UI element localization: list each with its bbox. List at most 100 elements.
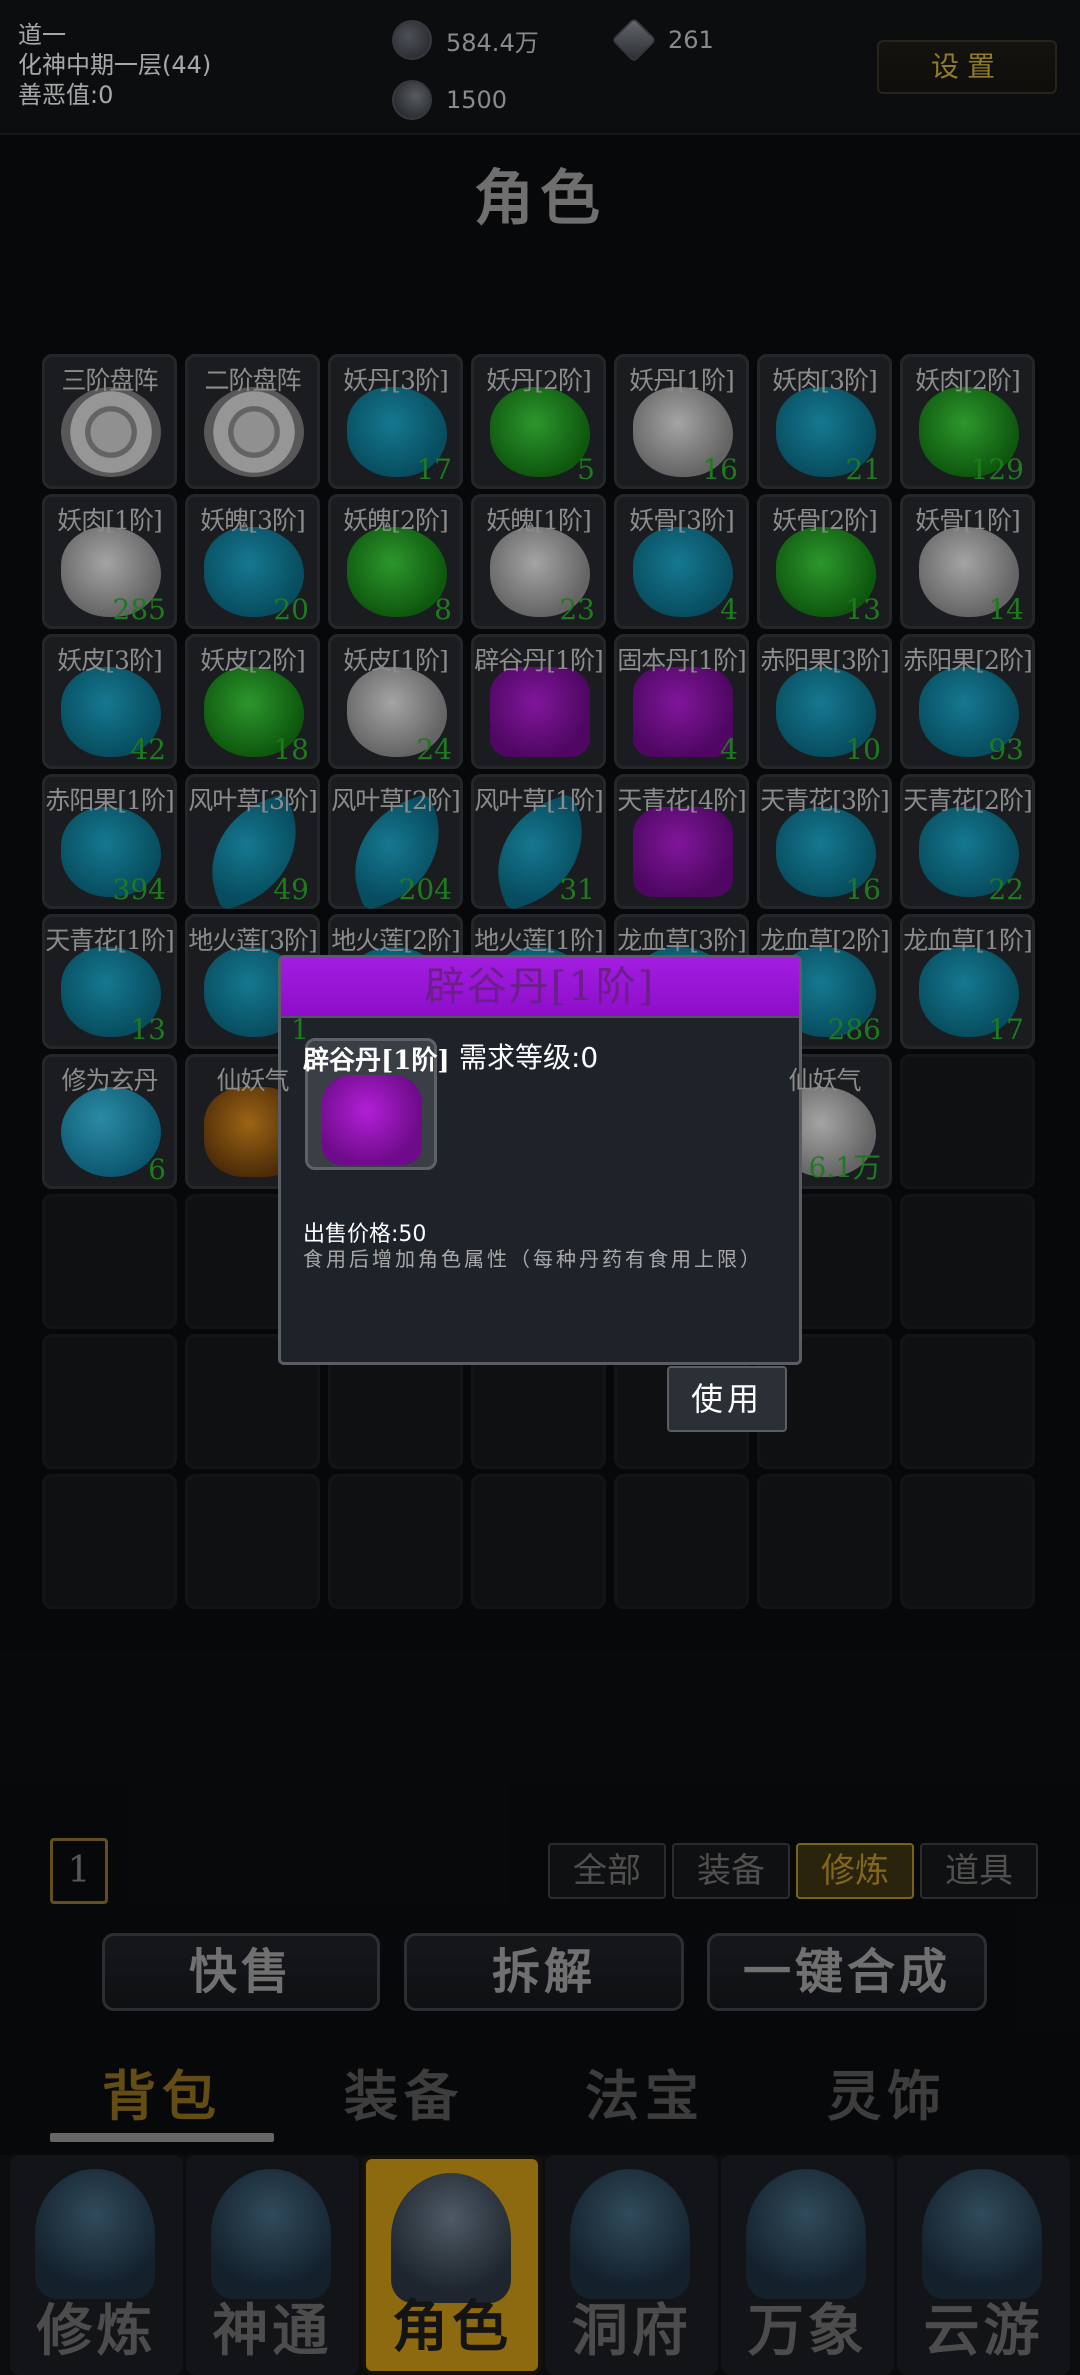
inventory-slot[interactable]: 辟谷丹[1阶]	[471, 634, 606, 769]
item-name: 天青花[3阶]	[760, 786, 889, 815]
item-name: 赤阳果[1阶]	[45, 786, 174, 815]
inventory-slot[interactable]: 固本丹[1阶] 4	[614, 634, 749, 769]
inventory-slot[interactable]: 妖骨[2阶] 13	[757, 494, 892, 629]
nav-label: 云游	[923, 2298, 1044, 2364]
inventory-slot[interactable]: 妖骨[3阶] 4	[614, 494, 749, 629]
inventory-slot[interactable]	[900, 1194, 1035, 1329]
item-count: 6	[148, 1153, 166, 1186]
nav-character[interactable]: 角色	[361, 2155, 543, 2375]
inventory-slot[interactable]	[900, 1474, 1035, 1609]
tab-ornament[interactable]: 灵饰	[767, 2052, 1007, 2131]
tab-treasure[interactable]: 法宝	[525, 2052, 765, 2131]
item-name: 天青花[1阶]	[45, 926, 174, 955]
inventory-slot[interactable]	[42, 1334, 177, 1469]
filter-all[interactable]: 全部	[548, 1843, 666, 1899]
nav-cultivation[interactable]: 修炼	[10, 2155, 183, 2375]
item-count: 286	[827, 1013, 881, 1046]
item-count: 17	[416, 453, 452, 486]
item-name: 赤阳果[3阶]	[760, 646, 889, 675]
inventory-slot[interactable]	[471, 1474, 606, 1609]
disassemble-button[interactable]: 拆解	[404, 1933, 684, 2011]
inventory-slot[interactable]	[614, 1474, 749, 1609]
inventory-slot[interactable]: 妖骨[1阶] 14	[900, 494, 1035, 629]
tab-bag[interactable]: 背包	[42, 2052, 282, 2131]
item-name: 龙血草[3阶]	[617, 926, 746, 955]
inventory-slot[interactable]	[185, 1474, 320, 1609]
inventory-slot[interactable]	[900, 1334, 1035, 1469]
filter-items[interactable]: 道具	[920, 1843, 1038, 1899]
inventory-slot[interactable]: 妖肉[1阶] 285	[42, 494, 177, 629]
item-count: 18	[273, 733, 309, 766]
inventory-slot[interactable]: 风叶草[1阶] 31	[471, 774, 606, 912]
inventory-slot[interactable]: 赤阳果[1阶] 394	[42, 774, 177, 909]
item-name: 妖肉[2阶]	[915, 366, 1020, 395]
filter-equipment[interactable]: 装备	[672, 1843, 790, 1899]
inventory-slot[interactable]: 妖皮[3阶] 42	[42, 634, 177, 769]
inventory-slot[interactable]: 风叶草[3阶] 49	[185, 774, 320, 912]
one-click-craft-button[interactable]: 一键合成	[707, 1933, 987, 2011]
tab-equipment[interactable]: 装备	[284, 2052, 524, 2131]
inventory-slot[interactable]: 天青花[1阶] 13	[42, 914, 177, 1049]
item-count: 16	[845, 873, 881, 906]
inventory-slot[interactable]	[42, 1474, 177, 1609]
item-name: 修为玄丹	[61, 1066, 158, 1095]
page-title: 角色	[474, 164, 606, 234]
use-button[interactable]: 使用	[667, 1366, 787, 1432]
item-name: 妖丹[2阶]	[486, 366, 591, 395]
inventory-slot[interactable]: 赤阳果[3阶] 10	[757, 634, 892, 769]
inventory-slot[interactable]: 妖魄[2阶] 8	[328, 494, 463, 629]
inventory-slot[interactable]: 妖魄[1阶] 23	[471, 494, 606, 629]
inventory-slot[interactable]: 妖肉[3阶] 21	[757, 354, 892, 489]
settings-button[interactable]: 设置	[877, 40, 1057, 94]
item-art-icon	[204, 387, 304, 477]
inventory-slot[interactable]	[42, 1194, 177, 1329]
item-name: 二阶盘阵	[204, 366, 301, 395]
inventory-slot[interactable]: 风叶草[2阶] 204	[328, 774, 463, 912]
coin-icon	[392, 20, 432, 60]
filter-cultivation[interactable]: 修炼	[796, 1843, 914, 1899]
crystal-icon	[611, 17, 657, 63]
item-name: 仙妖气	[788, 1066, 861, 1095]
item-name: 妖皮[3阶]	[57, 646, 162, 675]
inventory-slot[interactable]: 妖丹[1阶] 16	[614, 354, 749, 489]
page-number[interactable]: 1	[50, 1838, 108, 1904]
inventory-slot[interactable]: 妖肉[2阶] 129	[900, 354, 1035, 489]
item-name: 妖魄[3阶]	[200, 506, 305, 535]
nav-cave[interactable]: 洞府	[545, 2155, 719, 2375]
inventory-slot[interactable]: 妖皮[1阶] 24	[328, 634, 463, 769]
item-name: 赤阳果[2阶]	[903, 646, 1032, 675]
item-name: 三阶盘阵	[61, 366, 158, 395]
inventory-slot[interactable]: 妖丹[2阶] 5	[471, 354, 606, 489]
player-name: 道一	[18, 21, 66, 49]
inventory-slot[interactable]: 妖丹[3阶] 17	[328, 354, 463, 489]
active-tab-underline	[50, 2133, 274, 2142]
inventory-slot[interactable]: 三阶盘阵	[42, 354, 177, 489]
inventory-slot[interactable]: 修为玄丹 6	[42, 1054, 177, 1189]
popup-description: 食用后增加角色属性（每种丹药有食用上限）	[303, 1247, 763, 1271]
popup-requirement: 需求等级:0	[459, 1041, 599, 1074]
nav-travel[interactable]: 云游	[897, 2155, 1070, 2375]
inventory-slot[interactable]: 妖皮[2阶] 18	[185, 634, 320, 769]
top-status-bar: 道一 化神中期一层(44) 善恶值:0 584.4万 261 1500 设置	[0, 0, 1080, 135]
quick-sell-button[interactable]: 快售	[102, 1933, 380, 2011]
item-name: 妖魄[2阶]	[343, 506, 448, 535]
inventory-slot[interactable]: 妖魄[3阶] 20	[185, 494, 320, 629]
nav-myriad[interactable]: 万象	[721, 2155, 895, 2375]
player-info: 道一 化神中期一层(44) 善恶值:0	[18, 20, 211, 110]
inventory-slot[interactable]: 赤阳果[2阶] 93	[900, 634, 1035, 769]
inventory-slot[interactable]: 二阶盘阵	[185, 354, 320, 489]
nav-abilities[interactable]: 神通	[185, 2155, 359, 2375]
item-name: 天青花[2阶]	[903, 786, 1032, 815]
inventory-slot[interactable]: 天青花[4阶]	[614, 774, 749, 909]
inventory-slot[interactable]: 龙血草[1阶] 17	[900, 914, 1035, 1049]
item-name: 天青花[4阶]	[617, 786, 746, 815]
item-name: 妖骨[2阶]	[772, 506, 877, 535]
inventory-slot[interactable]	[757, 1474, 892, 1609]
inventory-slot[interactable]: 天青花[3阶] 16	[757, 774, 892, 909]
item-name: 风叶草[1阶]	[474, 786, 603, 815]
item-name: 地火莲[1阶]	[474, 926, 603, 955]
item-art-icon	[61, 387, 161, 477]
inventory-slot[interactable]	[328, 1474, 463, 1609]
inventory-slot[interactable]	[900, 1054, 1035, 1189]
inventory-slot[interactable]: 天青花[2阶] 22	[900, 774, 1035, 909]
